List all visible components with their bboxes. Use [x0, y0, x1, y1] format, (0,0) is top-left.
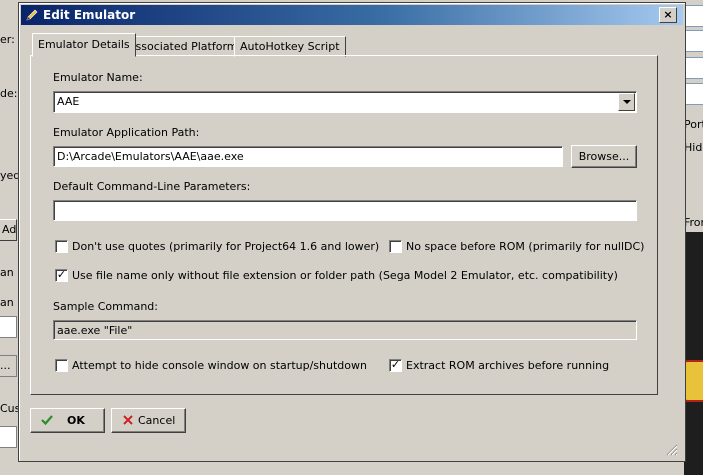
sample-command-value: aae.exe "File": [57, 324, 133, 337]
hide-console-checkbox[interactable]: [55, 359, 68, 372]
sample-command-field: aae.exe "File": [53, 320, 637, 340]
bg-label: er:: [0, 33, 15, 46]
no-space-checkbox[interactable]: [389, 240, 402, 253]
browse-button[interactable]: Browse...: [571, 145, 637, 168]
bg-field: [684, 83, 703, 105]
bg-button: Ad: [0, 219, 17, 241]
ok-label: OK: [67, 414, 85, 427]
bg-label: Hide: [684, 141, 703, 154]
dialog-title: Edit Emulator: [43, 8, 136, 22]
tab-associated-platforms[interactable]: Associated Platforms: [122, 36, 250, 57]
check-icon: ✓: [56, 268, 67, 281]
file-name-only-label[interactable]: Use file name only without file extensio…: [72, 269, 618, 282]
emulator-name-label: Emulator Name:: [53, 71, 143, 84]
pencil-icon: [25, 8, 39, 22]
emulator-name-value: AAE: [57, 95, 80, 108]
tab-emulator-details[interactable]: Emulator Details: [32, 33, 136, 57]
x-icon: [122, 414, 134, 429]
close-button[interactable]: ×: [659, 7, 677, 23]
hide-console-label[interactable]: Attempt to hide console window on startu…: [72, 359, 367, 372]
background-window-bottom: [18, 462, 518, 475]
no-space-label[interactable]: No space before ROM (primarily for nullD…: [406, 240, 644, 253]
bg-dark-panel: [684, 232, 703, 475]
app-path-label: Emulator Application Path:: [53, 126, 200, 139]
bg-field: [0, 316, 17, 338]
bg-label: Fron: [684, 216, 703, 229]
title-bar[interactable]: Edit Emulator: [21, 5, 683, 25]
emulator-name-combo[interactable]: AAE: [53, 91, 637, 113]
bg-button: ...: [0, 355, 17, 377]
background-window-left: er: de: yed Ad an an E ... Cus: [0, 0, 24, 475]
ok-button[interactable]: OK: [30, 408, 105, 433]
bg-field: [684, 30, 703, 52]
resize-grip-icon[interactable]: [664, 442, 678, 456]
cancel-label: Cancel: [138, 414, 176, 427]
bg-label: an: [0, 266, 14, 279]
tab-label: Associated Platforms: [128, 40, 244, 53]
app-path-field[interactable]: D:\Arcade\Emulators\AAE\aae.exe: [53, 146, 563, 167]
bg-label: de:: [0, 87, 18, 100]
no-quotes-checkbox[interactable]: [55, 240, 68, 253]
cmd-params-field[interactable]: [53, 200, 637, 221]
extract-rom-checkbox[interactable]: ✓: [389, 358, 402, 372]
bg-label: Port: [684, 118, 703, 131]
bg-field: [684, 57, 703, 79]
cmd-params-label: Default Command-Line Parameters:: [53, 180, 251, 193]
no-quotes-label[interactable]: Don't use quotes (primarily for Project6…: [72, 240, 379, 253]
close-icon: ×: [663, 8, 673, 21]
bg-field: [684, 5, 703, 27]
chevron-down-icon[interactable]: [618, 93, 635, 111]
sample-command-label: Sample Command:: [53, 300, 158, 313]
tab-autohotkey-script[interactable]: AutoHotkey Script: [234, 36, 346, 57]
app-path-value: D:\Arcade\Emulators\AAE\aae.exe: [57, 150, 244, 163]
extract-rom-label[interactable]: Extract ROM archives before running: [406, 359, 609, 372]
tab-label: Emulator Details: [38, 38, 130, 51]
file-name-only-checkbox[interactable]: ✓: [55, 268, 68, 282]
cancel-button[interactable]: Cancel: [111, 408, 186, 433]
check-icon: [41, 414, 53, 429]
bg-field: [0, 426, 17, 448]
check-icon: ✓: [390, 358, 401, 371]
tab-label: AutoHotkey Script: [240, 40, 340, 53]
